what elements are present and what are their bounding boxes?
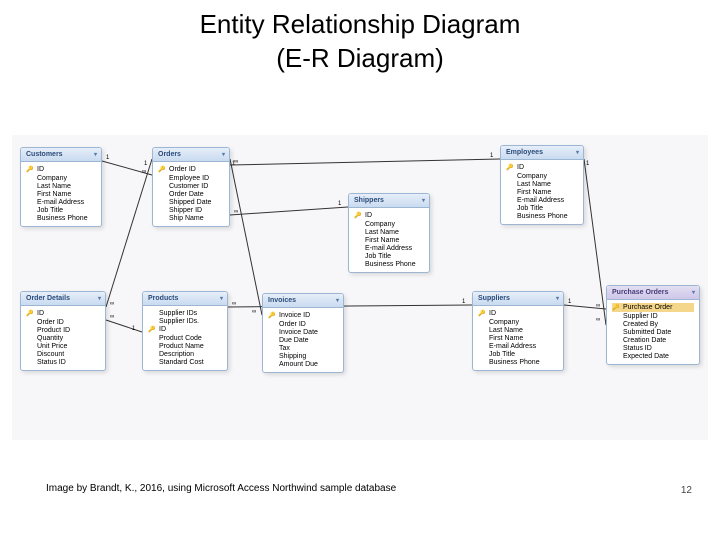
chevron-icon: ▾ — [692, 289, 695, 296]
table-header: Shippers▾ — [349, 194, 429, 208]
relationship-lines: 1 ∞ ∞ 1 ∞ 1 1 ∞ 1 ∞ ∞ 1 ∞ 1 1 ∞ 1 ∞ — [12, 135, 708, 440]
chevron-icon: ▾ — [94, 151, 97, 158]
table-employees[interactable]: Employees▾ 🔑ID Company Last Name First N… — [500, 145, 584, 225]
svg-text:∞: ∞ — [234, 159, 238, 165]
svg-text:∞: ∞ — [142, 169, 146, 175]
key-icon: 🔑 — [354, 212, 362, 220]
table-header: Suppliers▾ — [473, 292, 563, 306]
svg-text:1: 1 — [132, 326, 136, 332]
svg-text:∞: ∞ — [110, 301, 114, 307]
key-icon: 🔑 — [26, 166, 34, 174]
image-credit: Image by Brandt, K., 2016, using Microso… — [46, 483, 396, 494]
chevron-icon: ▾ — [336, 297, 339, 304]
chevron-icon: ▾ — [222, 151, 225, 158]
svg-text:∞: ∞ — [234, 209, 238, 215]
table-header: Invoices▾ — [263, 294, 343, 308]
page-title: Entity Relationship Diagram (E-R Diagram… — [0, 0, 720, 76]
table-header: Employees▾ — [501, 146, 583, 160]
table-products[interactable]: Products▾ Supplier IDs Supplier IDs. 🔑ID… — [142, 291, 228, 371]
svg-text:1: 1 — [586, 161, 590, 167]
svg-text:∞: ∞ — [596, 303, 600, 309]
table-header: Customers▾ — [21, 148, 101, 162]
svg-text:1: 1 — [462, 299, 466, 305]
chevron-icon: ▾ — [556, 295, 559, 302]
chevron-icon: ▾ — [422, 197, 425, 204]
key-icon: 🔑 — [478, 310, 486, 318]
table-shippers[interactable]: Shippers▾ 🔑ID Company Last Name First Na… — [348, 193, 430, 273]
table-header: Products▾ — [143, 292, 227, 306]
chevron-icon: ▾ — [576, 149, 579, 156]
key-icon: 🔑 — [612, 304, 620, 312]
page-number: 12 — [681, 485, 692, 496]
key-icon: 🔑 — [26, 310, 34, 318]
svg-text:∞: ∞ — [596, 317, 600, 323]
table-invoices[interactable]: Invoices▾ 🔑Invoice ID Order ID Invoice D… — [262, 293, 344, 373]
title-line1: Entity Relationship Diagram — [200, 9, 521, 39]
table-suppliers[interactable]: Suppliers▾ 🔑ID Company Last Name First N… — [472, 291, 564, 371]
svg-text:1: 1 — [568, 299, 572, 305]
svg-text:∞: ∞ — [110, 314, 114, 320]
svg-text:∞: ∞ — [232, 301, 236, 307]
key-icon: 🔑 — [158, 166, 166, 174]
svg-text:1: 1 — [144, 161, 148, 167]
svg-text:1: 1 — [106, 155, 110, 161]
table-header: Order Details▾ — [21, 292, 105, 306]
key-icon: 🔑 — [148, 326, 156, 334]
key-icon: 🔑 — [506, 164, 514, 172]
table-header: Orders▾ — [153, 148, 229, 162]
table-header: Purchase Orders▾ — [607, 286, 699, 300]
svg-text:1: 1 — [490, 153, 494, 159]
table-order-details[interactable]: Order Details▾ 🔑ID Order ID Product ID Q… — [20, 291, 106, 371]
svg-text:∞: ∞ — [252, 309, 256, 315]
svg-text:1: 1 — [338, 201, 342, 207]
chevron-icon: ▾ — [220, 295, 223, 302]
title-line2: (E-R Diagram) — [276, 43, 444, 73]
table-orders[interactable]: Orders▾ 🔑Order ID Employee ID Customer I… — [152, 147, 230, 227]
svg-text:1: 1 — [232, 161, 236, 167]
er-diagram-canvas: 1 ∞ ∞ 1 ∞ 1 1 ∞ 1 ∞ ∞ 1 ∞ 1 1 ∞ 1 ∞ Cu — [12, 135, 708, 440]
table-customers[interactable]: Customers▾ 🔑ID Company Last Name First N… — [20, 147, 102, 227]
table-purchase-orders[interactable]: Purchase Orders▾ 🔑Purchase Order Supplie… — [606, 285, 700, 365]
key-icon: 🔑 — [268, 312, 276, 320]
chevron-icon: ▾ — [98, 295, 101, 302]
